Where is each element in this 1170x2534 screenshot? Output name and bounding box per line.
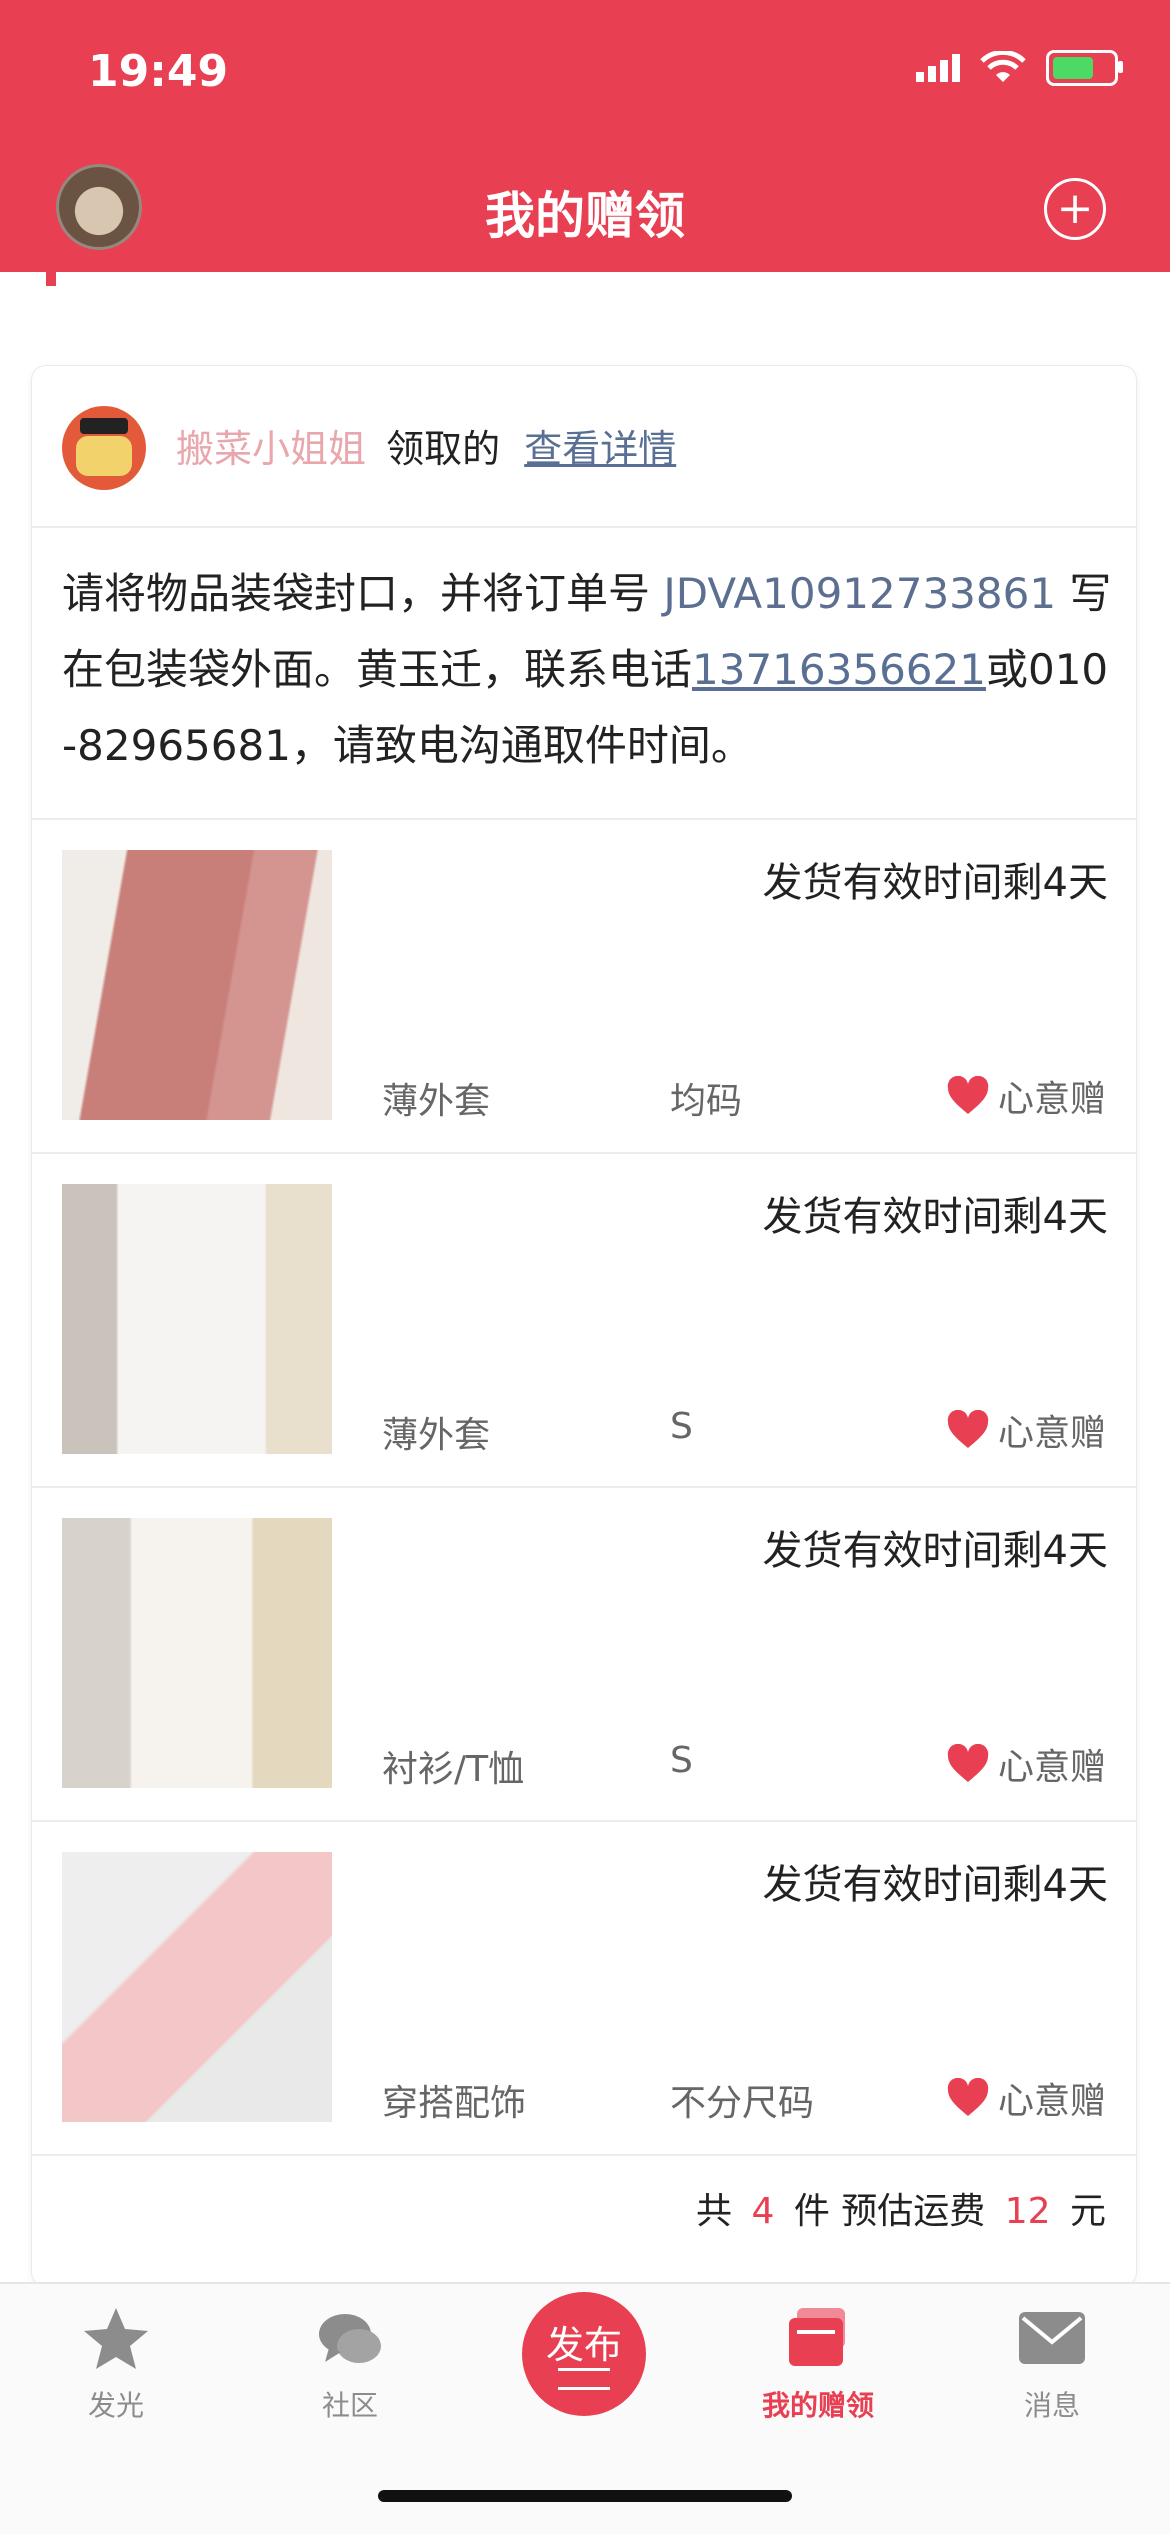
item-size: S [670, 1406, 693, 1447]
shipping-instructions: 请将物品装袋封口，并将订单号 JDVA10912733861 写在包装袋外面。黄… [62, 556, 1112, 784]
tab-my-claims[interactable]: 我的赠领 [718, 2304, 918, 2424]
add-button[interactable]: + [1044, 178, 1106, 240]
summary-prefix: 共 [695, 2191, 732, 2232]
order-number: JDVA10912733861 [663, 569, 1057, 618]
phone-link[interactable]: 13716356621 [692, 645, 986, 694]
item-image [62, 1518, 332, 1788]
gift-tag-label: 心意赠 [997, 1747, 1106, 1788]
item-size: 均码 [670, 1081, 743, 1122]
item-category: 薄外套 [382, 1415, 491, 1456]
scrolled-content-remnant [0, 272, 1170, 292]
summary-mid: 件 预估运费 [793, 2191, 986, 2232]
gift-tag: 心意赠 [946, 2072, 1106, 2124]
tab-label: 发光 [87, 2389, 144, 2422]
mail-icon [1019, 2312, 1085, 2364]
top-header: 19:49 我的赠领 + [0, 0, 1170, 272]
gift-tag-label: 心意赠 [997, 1413, 1106, 1454]
claim-text: 领取的 [386, 427, 501, 471]
home-indicator [378, 2490, 792, 2502]
heart-icon [946, 1744, 990, 1784]
item-category: 薄外套 [382, 1081, 491, 1122]
heart-icon [946, 1410, 990, 1450]
giver-name[interactable]: 搬菜小姐姐 [176, 427, 366, 471]
battery-icon [1046, 50, 1123, 86]
ship-time: 发货有效时间剩4天 [762, 860, 1108, 906]
tab-glow[interactable]: 发光 [16, 2304, 216, 2424]
tab-label: 我的赠领 [761, 2389, 874, 2422]
giver-avatar[interactable] [62, 406, 146, 490]
gift-tag: 心意赠 [946, 1070, 1106, 1122]
ship-time: 发货有效时间剩4天 [762, 1194, 1108, 1240]
view-details-link[interactable]: 查看详情 [524, 427, 676, 471]
order-summary: 共 4 件 预估运费 12 元 [696, 2182, 1106, 2234]
list-item[interactable]: 发货有效时间剩4天 穿搭配饰 不分尺码 心意赠 [32, 1820, 1136, 2156]
list-item[interactable]: 发货有效时间剩4天 衬衫/T恤 S 心意赠 [32, 1486, 1136, 1822]
gift-tag-label: 心意赠 [997, 2081, 1106, 2122]
cellular-signal-icon [916, 54, 960, 82]
item-category: 穿搭配饰 [382, 2083, 527, 2124]
gift-cards-icon [789, 2308, 845, 2366]
publish-label: 发布 [545, 2323, 622, 2367]
star-icon [84, 2308, 148, 2369]
gift-tag-label: 心意赠 [997, 1079, 1106, 1120]
divider [32, 2154, 1136, 2156]
shipping-fee: 12 [1004, 2191, 1051, 2232]
item-image [62, 1184, 332, 1454]
item-image [62, 850, 332, 1120]
tab-messages[interactable]: 消息 [952, 2304, 1152, 2424]
list-item[interactable]: 发货有效时间剩4天 薄外套 S 心意赠 [32, 1152, 1136, 1488]
ship-time: 发货有效时间剩4天 [762, 1528, 1108, 1574]
page-title: 我的赠领 [485, 187, 685, 245]
item-image [62, 1852, 332, 2122]
notice-text-1: 请将物品装袋封口，并将订单号 [62, 569, 664, 618]
item-size: S [670, 1740, 693, 1781]
chat-bubbles-icon [319, 2314, 381, 2363]
list-item[interactable]: 发货有效时间剩4天 薄外套 均码 心意赠 [32, 818, 1136, 1154]
tab-label: 社区 [321, 2389, 378, 2422]
heart-icon [946, 2078, 990, 2118]
item-category: 衬衫/T恤 [382, 1749, 525, 1790]
tab-label: 消息 [1023, 2389, 1080, 2422]
item-size: 不分尺码 [670, 2083, 815, 2124]
ship-time: 发货有效时间剩4天 [762, 1862, 1108, 1908]
heart-icon [946, 1076, 990, 1116]
item-count: 4 [751, 2191, 775, 2232]
claim-card: 搬菜小姐姐 领取的 查看详情 请将物品装袋封口，并将订单号 JDVA109127… [32, 366, 1136, 2286]
publish-button[interactable]: 发布 [522, 2292, 646, 2416]
status-icons [916, 50, 1123, 86]
tab-community[interactable]: 社区 [250, 2304, 450, 2424]
card-header: 搬菜小姐姐 领取的 查看详情 [32, 366, 1136, 528]
publish-icon [558, 2368, 610, 2390]
gift-tag: 心意赠 [946, 1738, 1106, 1790]
gift-tag: 心意赠 [946, 1404, 1106, 1456]
wifi-icon [980, 51, 1026, 82]
plus-icon: + [1056, 183, 1094, 234]
summary-suffix: 元 [1069, 2191, 1106, 2232]
claim-info: 搬菜小姐姐 领取的 查看详情 [176, 418, 676, 473]
status-time: 19:49 [88, 46, 229, 97]
